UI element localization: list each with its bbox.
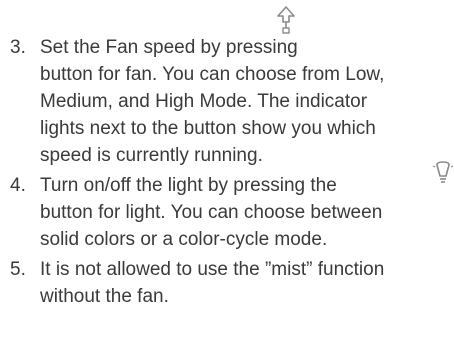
step-line: speed is currently running.: [40, 145, 263, 166]
step-line: Set the Fan speed by pressing: [40, 37, 298, 58]
step-line: solid colors or a color-cycle mode.: [40, 229, 328, 250]
step-text: Turn on/off the light by pressing the bu…: [40, 161, 454, 253]
step-line: without the fan.: [40, 286, 169, 307]
step-line: lights next to the button show you which: [40, 118, 376, 139]
step-text: It is not allowed to use the ”mist” func…: [40, 256, 454, 310]
step-line: It is not allowed to use the ”mist” func…: [40, 259, 385, 280]
step-number: 4.: [10, 175, 26, 196]
step-number: 5.: [10, 259, 26, 280]
step-text: Set the Fan speed by pressing button for…: [40, 6, 454, 169]
step-line: button for light. You can choose between: [40, 202, 383, 223]
step-line: Turn on/off the light by pressing the: [40, 175, 337, 196]
step-line: button for fan. You can choose from Low,: [40, 64, 385, 85]
step-line: Medium, and High Mode. The indicator: [40, 91, 368, 112]
step-number: 3.: [10, 37, 26, 58]
light-bulb-icon: [432, 160, 454, 196]
fan-arrow-up-icon: [276, 5, 296, 43]
instruction-document: 3. Set the Fan speed by pressing button …: [0, 0, 454, 345]
